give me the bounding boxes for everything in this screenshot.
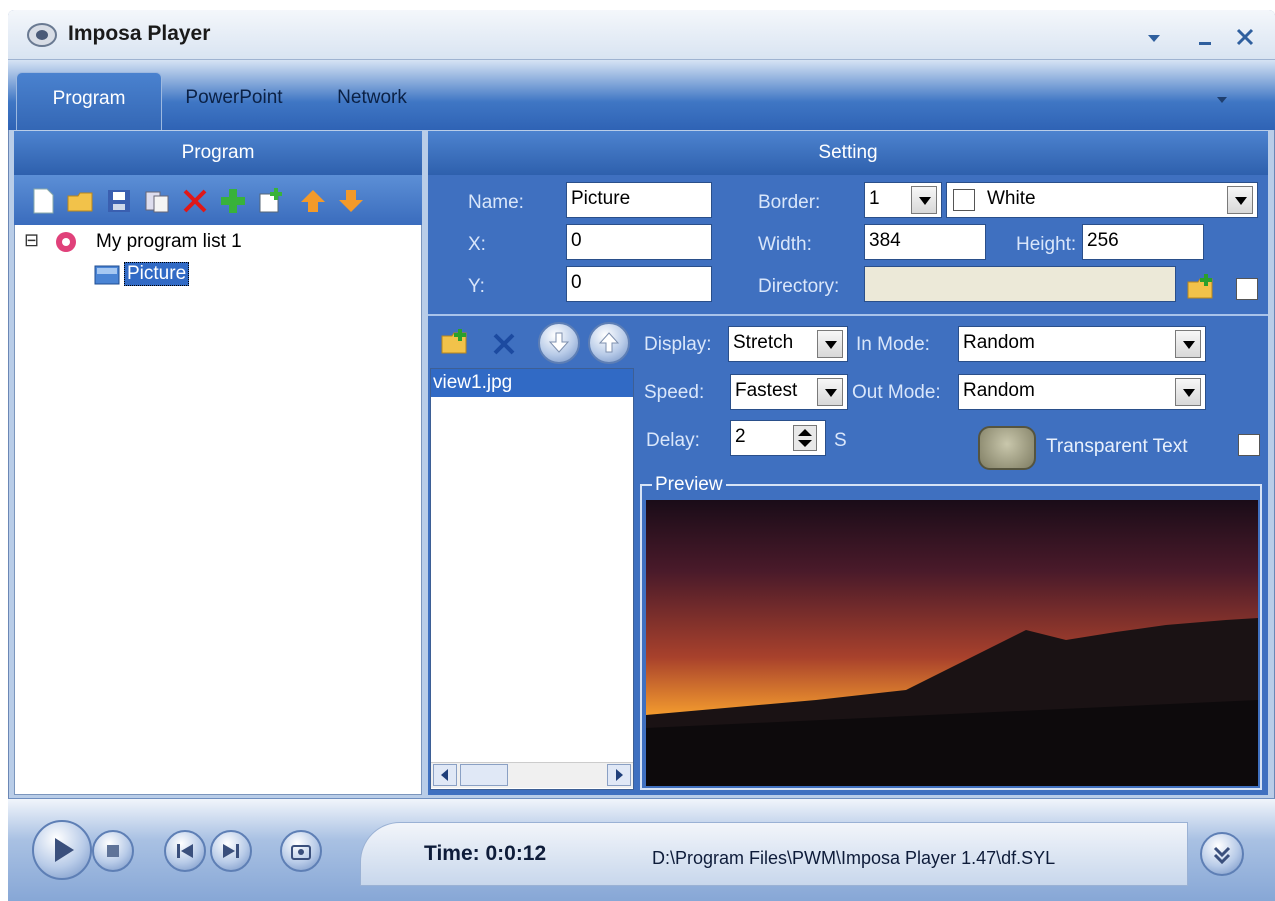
tab-program[interactable]: Program [16, 72, 162, 130]
border-dropdown-button[interactable] [911, 186, 937, 214]
tab-network[interactable]: Network [312, 72, 432, 130]
width-label: Width: [758, 234, 812, 255]
previous-button[interactable] [164, 830, 206, 872]
copy-icon[interactable] [142, 186, 172, 216]
height-label: Height: [1016, 234, 1077, 255]
speed-select[interactable]: Fastest [730, 374, 848, 410]
display-label: Display: [644, 334, 712, 355]
move-file-up-icon[interactable] [588, 322, 630, 364]
preview-label: Preview [652, 474, 726, 496]
stop-button[interactable] [92, 830, 134, 872]
directory-field[interactable] [864, 266, 1176, 302]
text-color-icon[interactable] [978, 426, 1036, 470]
close-icon[interactable] [1234, 26, 1256, 48]
tree-item-picture[interactable]: Picture [124, 262, 190, 286]
border-select-value: 1 [869, 188, 880, 209]
speed-select-value: Fastest [735, 380, 798, 401]
border-color-dropdown-button[interactable] [1227, 186, 1253, 214]
directory-checkbox[interactable] [1236, 278, 1258, 300]
x-field[interactable]: 0 [566, 224, 712, 260]
menu-dropdown-icon[interactable] [1146, 30, 1162, 46]
delay-label: Delay: [646, 430, 700, 451]
add-icon[interactable] [218, 186, 248, 216]
picture-node-icon [94, 264, 120, 286]
setting-header: Setting [428, 131, 1268, 175]
display-select[interactable]: Stretch [728, 326, 848, 362]
window-title: Imposa Player [68, 22, 211, 45]
preview-image [646, 500, 1258, 786]
new-icon[interactable] [28, 186, 58, 216]
move-file-down-icon[interactable] [538, 322, 580, 364]
add-item-icon[interactable] [256, 186, 286, 216]
width-field[interactable]: 384 [864, 224, 986, 260]
y-field[interactable]: 0 [566, 266, 712, 302]
minimize-to-tray-button[interactable] [1200, 832, 1244, 876]
move-down-icon[interactable] [336, 186, 366, 216]
program-tree-panel [14, 175, 422, 795]
minimize-icon[interactable] [1196, 28, 1216, 48]
next-button[interactable] [210, 830, 252, 872]
speed-label: Speed: [644, 382, 705, 403]
directory-label: Directory: [758, 276, 840, 297]
out-mode-select[interactable]: Random [958, 374, 1206, 410]
settings-divider [428, 314, 1268, 316]
in-mode-select[interactable]: Random [958, 326, 1206, 362]
app-logo-icon [26, 22, 58, 48]
open-folder-icon[interactable] [66, 186, 96, 216]
name-label: Name: [468, 192, 524, 213]
in-mode-select-value: Random [963, 332, 1035, 353]
in-mode-dropdown-button[interactable] [1175, 330, 1201, 358]
move-up-icon[interactable] [298, 186, 328, 216]
file-path-display: D:\Program Files\PWM\Imposa Player 1.47\… [652, 848, 1056, 868]
transparent-text-label: Transparent Text [1046, 436, 1188, 457]
y-label: Y: [468, 276, 485, 297]
add-file-icon[interactable] [440, 326, 472, 358]
border-color-value: White [987, 188, 1036, 209]
program-list-icon [54, 230, 78, 254]
border-color-swatch [953, 189, 975, 211]
scroll-thumb[interactable] [460, 764, 508, 786]
delay-stepper-value: 2 [735, 426, 746, 447]
remove-file-icon[interactable] [490, 330, 518, 358]
border-select[interactable]: 1 [864, 182, 942, 218]
tab-powerpoint[interactable]: PowerPoint [168, 72, 300, 130]
border-label: Border: [758, 192, 821, 213]
save-icon[interactable] [104, 186, 134, 216]
display-dropdown-button[interactable] [817, 330, 843, 358]
out-mode-dropdown-button[interactable] [1175, 378, 1201, 406]
tree-expander-icon[interactable]: ⊟ [24, 230, 39, 251]
border-color-select[interactable]: White [946, 182, 1258, 218]
scroll-left-icon[interactable] [433, 764, 457, 786]
delay-unit: S [834, 430, 847, 451]
tree-root-label[interactable]: My program list 1 [96, 231, 242, 253]
time-display: Time: 0:0:12 [424, 842, 547, 865]
delete-icon[interactable] [180, 186, 210, 216]
add-directory-icon[interactable] [1186, 272, 1218, 302]
stepper-arrows-icon[interactable] [793, 425, 817, 451]
out-mode-select-value: Random [963, 380, 1035, 401]
tab-overflow-icon[interactable] [1214, 92, 1230, 108]
program-header: Program [14, 131, 422, 175]
snapshot-button[interactable] [280, 830, 322, 872]
in-mode-label: In Mode: [856, 334, 930, 355]
play-button[interactable] [32, 820, 92, 880]
delay-stepper[interactable]: 2 [730, 420, 826, 456]
file-list-item[interactable]: view1.jpg [431, 369, 633, 397]
scroll-right-icon[interactable] [607, 764, 631, 786]
name-field[interactable]: Picture [566, 182, 712, 218]
height-field[interactable]: 256 [1082, 224, 1204, 260]
x-label: X: [468, 234, 486, 255]
speed-dropdown-button[interactable] [817, 378, 843, 406]
display-select-value: Stretch [733, 332, 794, 353]
transparent-text-checkbox[interactable] [1238, 434, 1260, 456]
file-list[interactable] [430, 368, 634, 790]
out-mode-label: Out Mode: [852, 382, 941, 403]
